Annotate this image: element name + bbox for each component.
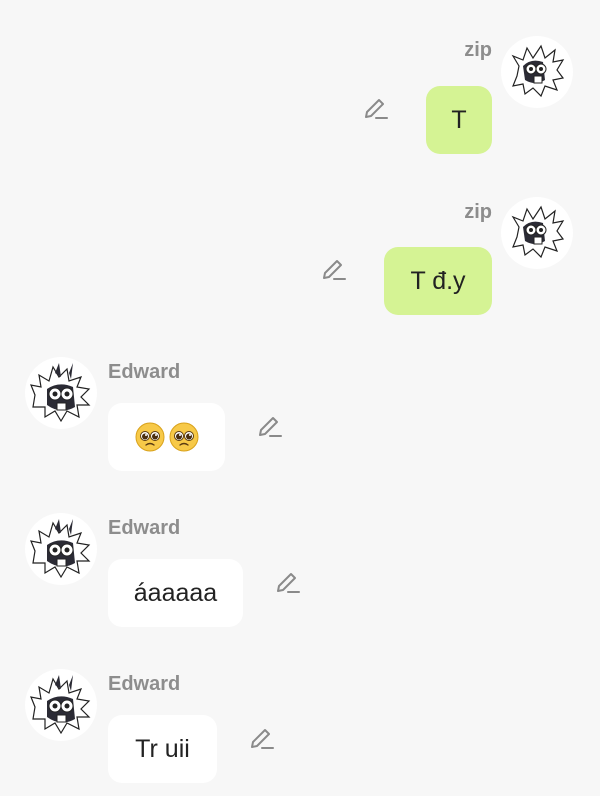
avatar-creature-image: [30, 519, 91, 579]
sender-name: Edward: [108, 361, 181, 383]
avatar-creature-image: [30, 675, 91, 735]
message-bubble[interactable]: T: [426, 86, 492, 154]
user-avatar[interactable]: [501, 36, 573, 108]
user-avatar[interactable]: [501, 197, 573, 269]
avatar-creature-image: [30, 363, 91, 423]
edit-message-button[interactable]: [256, 414, 284, 442]
sender-name: zip: [464, 39, 492, 61]
pencil-icon: [277, 573, 300, 593]
message-bubble[interactable]: T đ.y: [384, 247, 492, 315]
pencil-icon: [251, 729, 274, 749]
contact-avatar[interactable]: [25, 357, 97, 429]
avatar-creature-image: [511, 205, 565, 259]
edit-message-button[interactable]: [248, 726, 276, 754]
contact-avatar[interactable]: [25, 669, 97, 741]
edit-message-button[interactable]: [362, 96, 390, 124]
message-text: T: [451, 106, 467, 134]
pleading-face-emoji: [169, 422, 198, 452]
message-bubble[interactable]: áaaaaa: [108, 559, 243, 627]
sender-name: Edward: [108, 673, 181, 695]
pleading-face-emoji: [135, 422, 164, 452]
chat-message-list: zip T zip T đ.y Edward Edward áaaaaa Edw…: [0, 0, 600, 796]
message-text: áaaaaa: [133, 579, 218, 607]
edit-message-button[interactable]: [274, 570, 302, 598]
sender-name: zip: [464, 201, 492, 223]
sender-name: Edward: [108, 517, 181, 539]
pencil-icon: [323, 260, 346, 280]
contact-avatar[interactable]: [25, 513, 97, 585]
pencil-icon: [365, 99, 388, 119]
pencil-icon: [259, 417, 282, 437]
message-text: Tr uii: [135, 735, 190, 763]
message-bubble[interactable]: [108, 403, 225, 471]
message-text: T đ.y: [410, 267, 466, 295]
message-bubble[interactable]: Tr uii: [108, 715, 217, 783]
edit-message-button[interactable]: [320, 257, 348, 285]
avatar-creature-image: [511, 44, 565, 98]
